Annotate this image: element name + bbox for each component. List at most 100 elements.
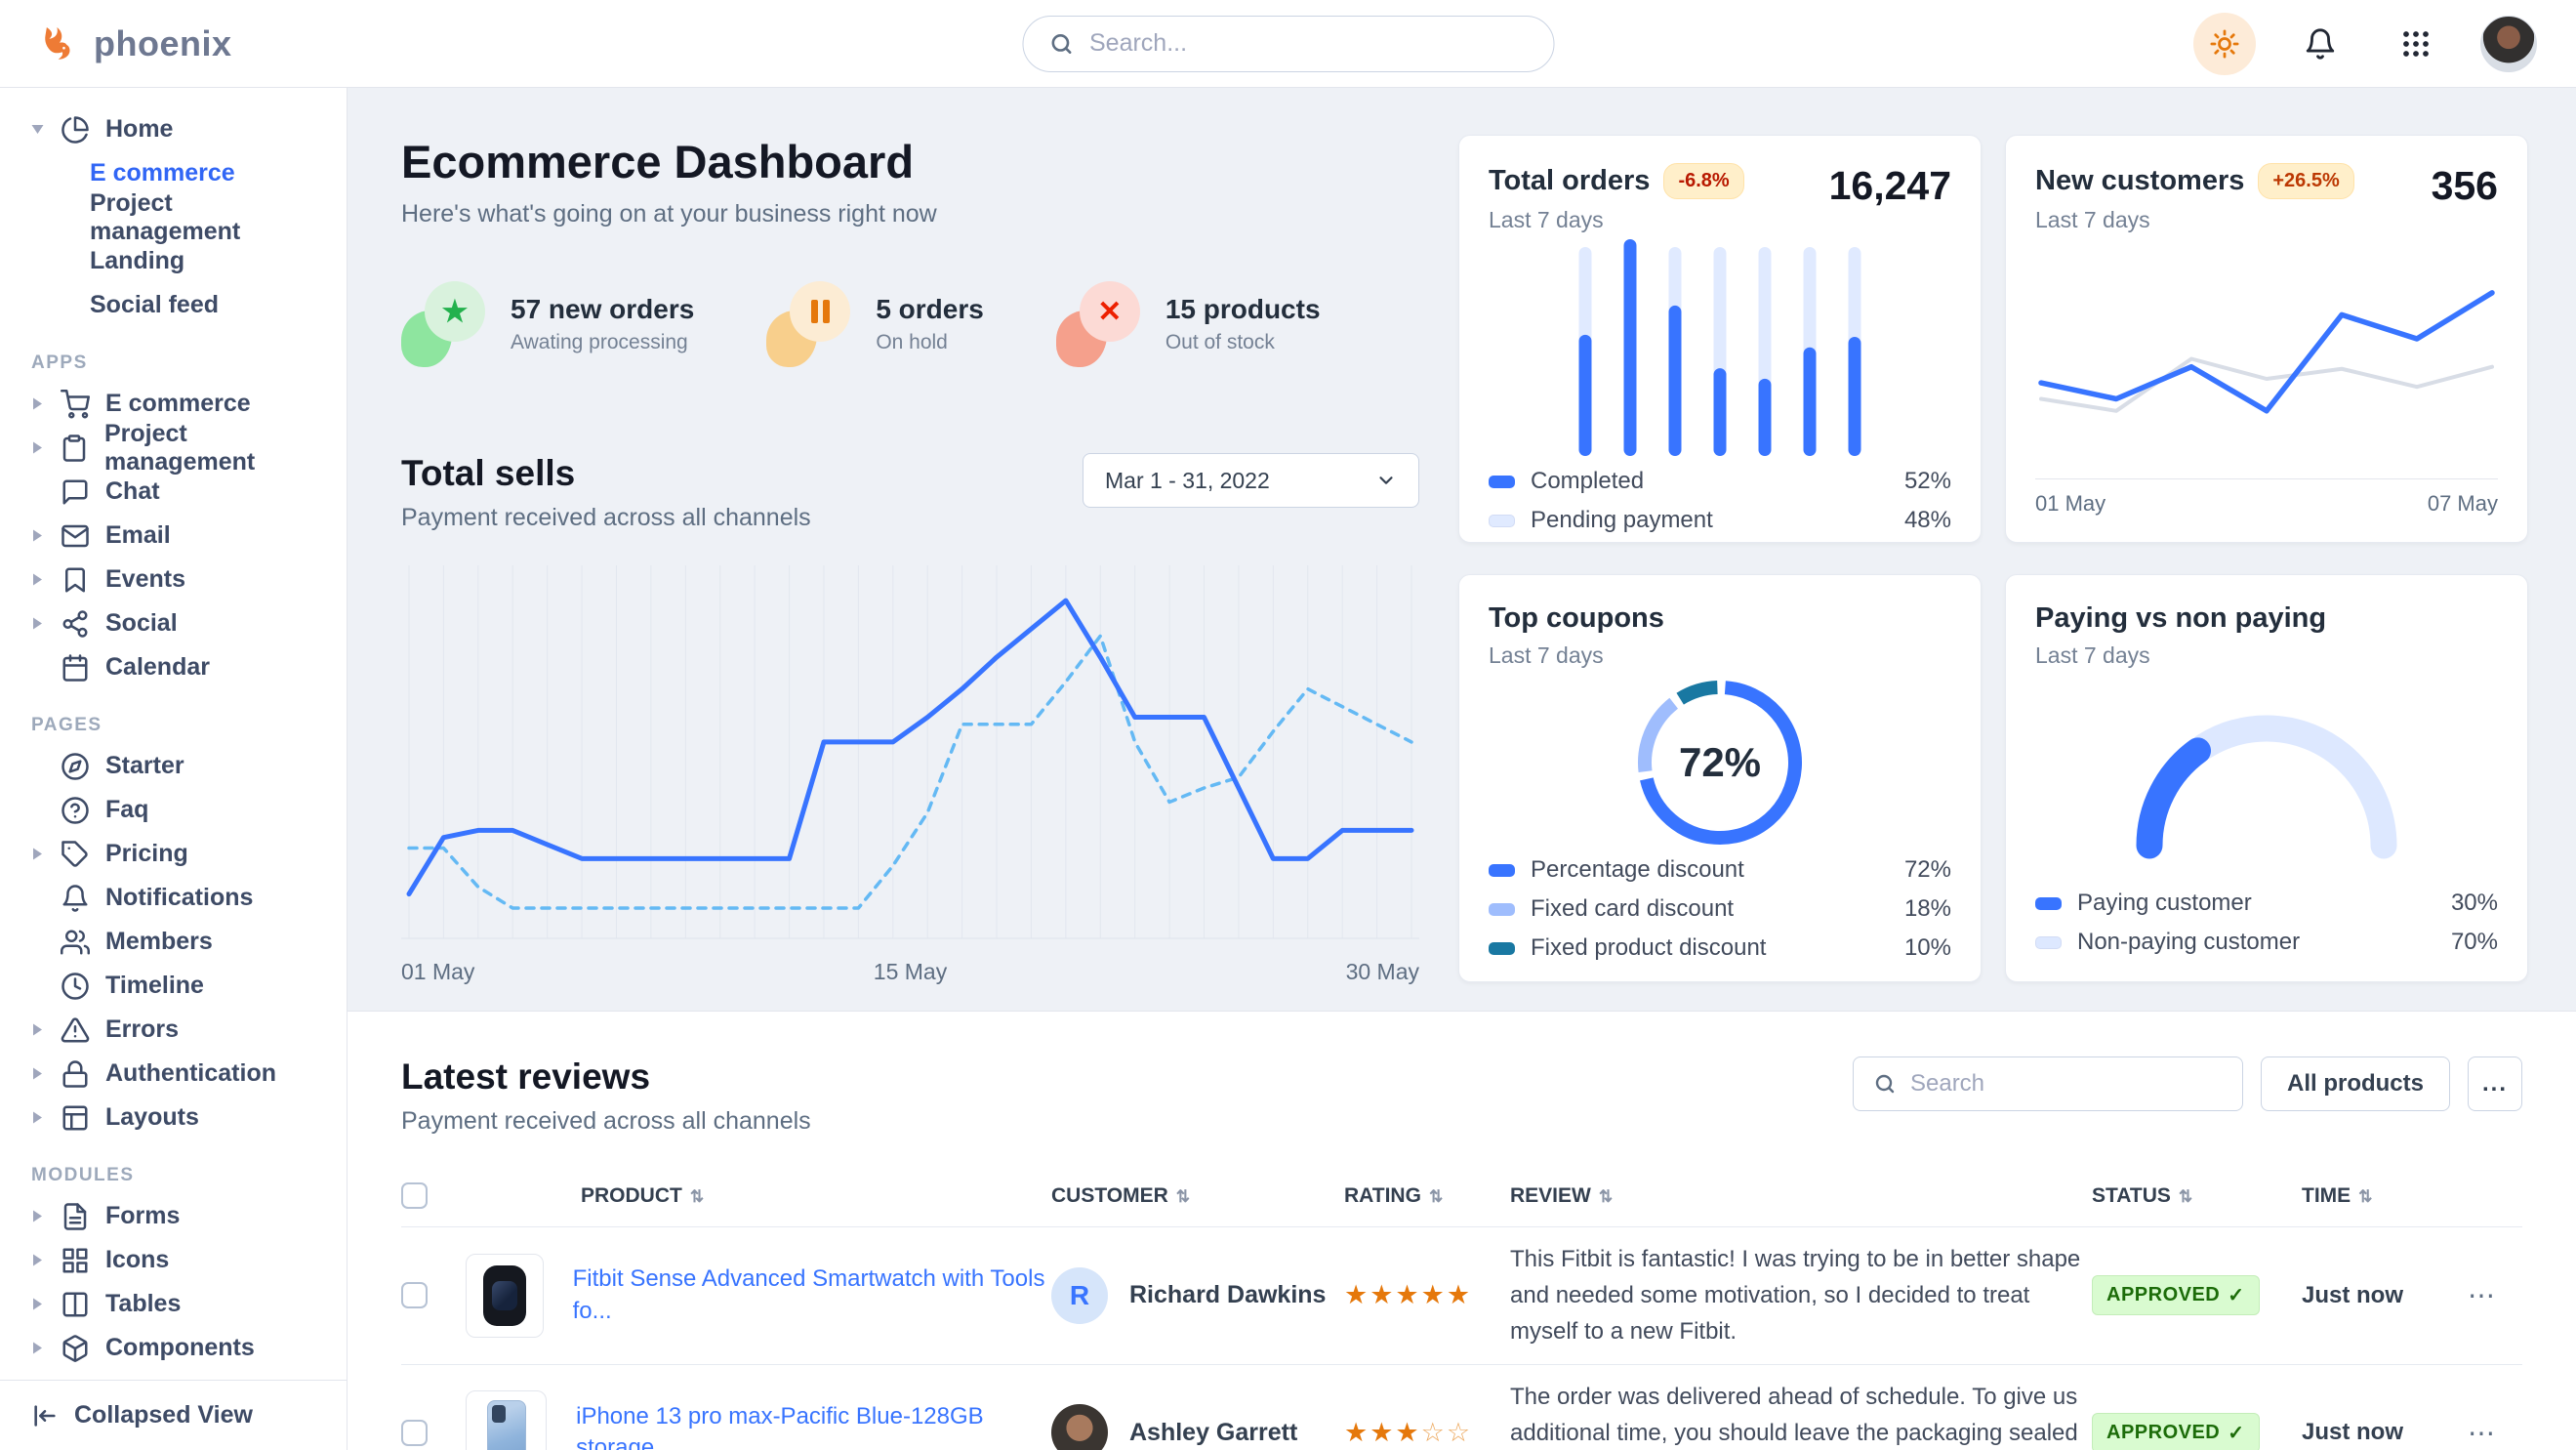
reviews-controls: All products ...	[1853, 1056, 2522, 1111]
column-header-product[interactable]: PRODUCT⇅	[466, 1184, 1051, 1208]
sidebar: HomeE commerceProject managementLandingS…	[0, 88, 348, 1450]
legend-swatch	[2035, 936, 2062, 949]
legend-label: Fixed product discount	[1531, 934, 1766, 962]
app-root: phoenix	[0, 0, 2576, 1450]
sidebar-item-members[interactable]: Members	[27, 920, 323, 964]
theme-toggle-button[interactable]	[2193, 13, 2256, 75]
sidebar-item-notifications[interactable]: Notifications	[27, 876, 323, 920]
status-badge: APPROVED ✓	[2092, 1275, 2260, 1315]
sidebar-subitem-social-feed[interactable]: Social feed	[27, 283, 323, 327]
row-menu-button[interactable]: ⋯	[2468, 1279, 2522, 1311]
paying-legend: Paying customer30%Non-paying customer70%	[2035, 890, 2498, 956]
sidebar-item-forms[interactable]: Forms	[27, 1194, 323, 1238]
sidebar-item-layouts[interactable]: Layouts	[27, 1096, 323, 1139]
bell-icon	[61, 884, 90, 913]
caret-right-icon	[31, 1022, 45, 1037]
collapse-arrow-icon	[31, 1402, 59, 1429]
sidebar-subitem-project-management[interactable]: Project management	[27, 195, 323, 239]
sidebar-item-tables[interactable]: Tables	[27, 1282, 323, 1326]
bookmark-icon	[61, 565, 90, 595]
legend-swatch	[1489, 476, 1515, 488]
caret-right-icon	[31, 1297, 45, 1311]
caret-right-icon	[31, 1209, 45, 1223]
mail-icon	[61, 521, 90, 551]
search-input[interactable]	[1089, 29, 1528, 58]
top-navbar: phoenix	[0, 0, 2576, 88]
profile-avatar[interactable]	[2480, 16, 2537, 72]
product-link[interactable]: Fitbit Sense Advanced Smartwatch with To…	[573, 1264, 1051, 1327]
legend-swatch	[1489, 903, 1515, 916]
sidebar-item-icons[interactable]: Icons	[27, 1238, 323, 1282]
sidebar-item-label: Forms	[105, 1202, 180, 1230]
collapse-sidebar-button[interactable]: Collapsed View	[0, 1380, 347, 1450]
stat-cards-grid: Total orders -6.8% Last 7 days 16,247 Co…	[1458, 135, 2522, 985]
x-tick: 15 May	[874, 959, 947, 985]
reviews-search[interactable]	[1853, 1056, 2243, 1111]
alert-triangle-icon	[61, 1015, 90, 1045]
reviews-table-body: Fitbit Sense Advanced Smartwatch with To…	[401, 1226, 2522, 1450]
notifications-button[interactable]	[2289, 13, 2351, 75]
sidebar-item-label: Home	[105, 115, 173, 144]
row-checkbox[interactable]	[401, 1420, 428, 1446]
quick-stats: ★ 57 new orders Awating processing	[401, 281, 1419, 367]
reviews-more-button[interactable]: ...	[2468, 1056, 2522, 1111]
caret-right-icon	[31, 1066, 45, 1081]
top-coupons-legend: Percentage discount72%Fixed card discoun…	[1489, 856, 1951, 962]
legend-value: 10%	[1904, 934, 1951, 962]
main-content: Ecommerce Dashboard Here's what's going …	[348, 88, 2576, 1450]
stat-subtitle: On hold	[876, 331, 984, 354]
column-header-customer[interactable]: CUSTOMER⇅	[1051, 1184, 1344, 1208]
sidebar-item-home[interactable]: Home	[27, 107, 323, 151]
legend-value: 52%	[1904, 468, 1951, 495]
legend-row: Non-paying customer70%	[2035, 929, 2498, 956]
sidebar-item-label: Events	[105, 565, 185, 594]
sidebar-item-starter[interactable]: Starter	[27, 744, 323, 788]
caret-down-icon	[31, 122, 45, 137]
total-sells-title: Total sells	[401, 453, 811, 494]
stat-title: 5 orders	[876, 294, 984, 325]
product-link[interactable]: iPhone 13 pro max-Pacific Blue-128GB sto…	[576, 1401, 1051, 1450]
row-checkbox[interactable]	[401, 1282, 428, 1308]
sidebar-item-label: Email	[105, 521, 171, 550]
row-menu-button[interactable]: ⋯	[2468, 1417, 2522, 1449]
sidebar-section-label: APPS	[27, 352, 323, 374]
sidebar-item-social[interactable]: Social	[27, 601, 323, 645]
sidebar-item-timeline[interactable]: Timeline	[27, 964, 323, 1008]
caret-right-icon	[31, 572, 45, 587]
column-header-status[interactable]: STATUS⇅	[2092, 1184, 2302, 1208]
global-search[interactable]	[1022, 16, 1554, 72]
select-all-checkbox[interactable]	[401, 1182, 428, 1209]
apps-menu-button[interactable]	[2385, 13, 2447, 75]
sidebar-subitem-landing[interactable]: Landing	[27, 239, 323, 283]
sidebar-item-chat[interactable]: Chat	[27, 470, 323, 514]
all-products-button[interactable]: All products	[2261, 1056, 2450, 1111]
customer-cell: RRichard Dawkins	[1051, 1267, 1344, 1324]
paying-vs-nonpaying-card: Paying vs non paying Last 7 days Paying …	[2005, 574, 2528, 982]
stat-subtitle: Awating processing	[511, 331, 694, 354]
reviews-table-header: PRODUCT⇅ CUSTOMER⇅ RATING⇅ REVIEW⇅ STATU…	[401, 1173, 2522, 1226]
sort-icon: ⇅	[1429, 1187, 1443, 1206]
sidebar-item-label: Starter	[105, 752, 184, 780]
sidebar-item-events[interactable]: Events	[27, 558, 323, 601]
sidebar-item-label: Calendar	[105, 653, 210, 682]
brand-logo[interactable]: phoenix	[39, 23, 232, 64]
message-square-icon	[61, 477, 90, 507]
column-header-review[interactable]: REVIEW⇅	[1510, 1184, 2092, 1208]
sidebar-item-project-management[interactable]: Project management	[27, 426, 323, 470]
date-range-select[interactable]: Mar 1 - 31, 2022	[1083, 453, 1419, 508]
sidebar-item-calendar[interactable]: Calendar	[27, 645, 323, 689]
column-header-time[interactable]: TIME⇅	[2302, 1184, 2468, 1208]
reviews-search-input[interactable]	[1910, 1070, 2223, 1098]
sidebar-item-pricing[interactable]: Pricing	[27, 832, 323, 876]
sidebar-item-faq[interactable]: Faq	[27, 788, 323, 832]
product-cell: iPhone 13 pro max-Pacific Blue-128GB sto…	[466, 1390, 1051, 1450]
card-period: Last 7 days	[2035, 207, 2354, 233]
legend-swatch	[1489, 942, 1515, 955]
product-cell: Fitbit Sense Advanced Smartwatch with To…	[466, 1254, 1051, 1338]
sidebar-item-errors[interactable]: Errors	[27, 1008, 323, 1052]
sidebar-item-authentication[interactable]: Authentication	[27, 1052, 323, 1096]
sidebar-item-components[interactable]: Components	[27, 1326, 323, 1370]
sidebar-item-email[interactable]: Email	[27, 514, 323, 558]
column-header-rating[interactable]: RATING⇅	[1344, 1184, 1510, 1208]
card-period: Last 7 days	[1489, 642, 1664, 669]
